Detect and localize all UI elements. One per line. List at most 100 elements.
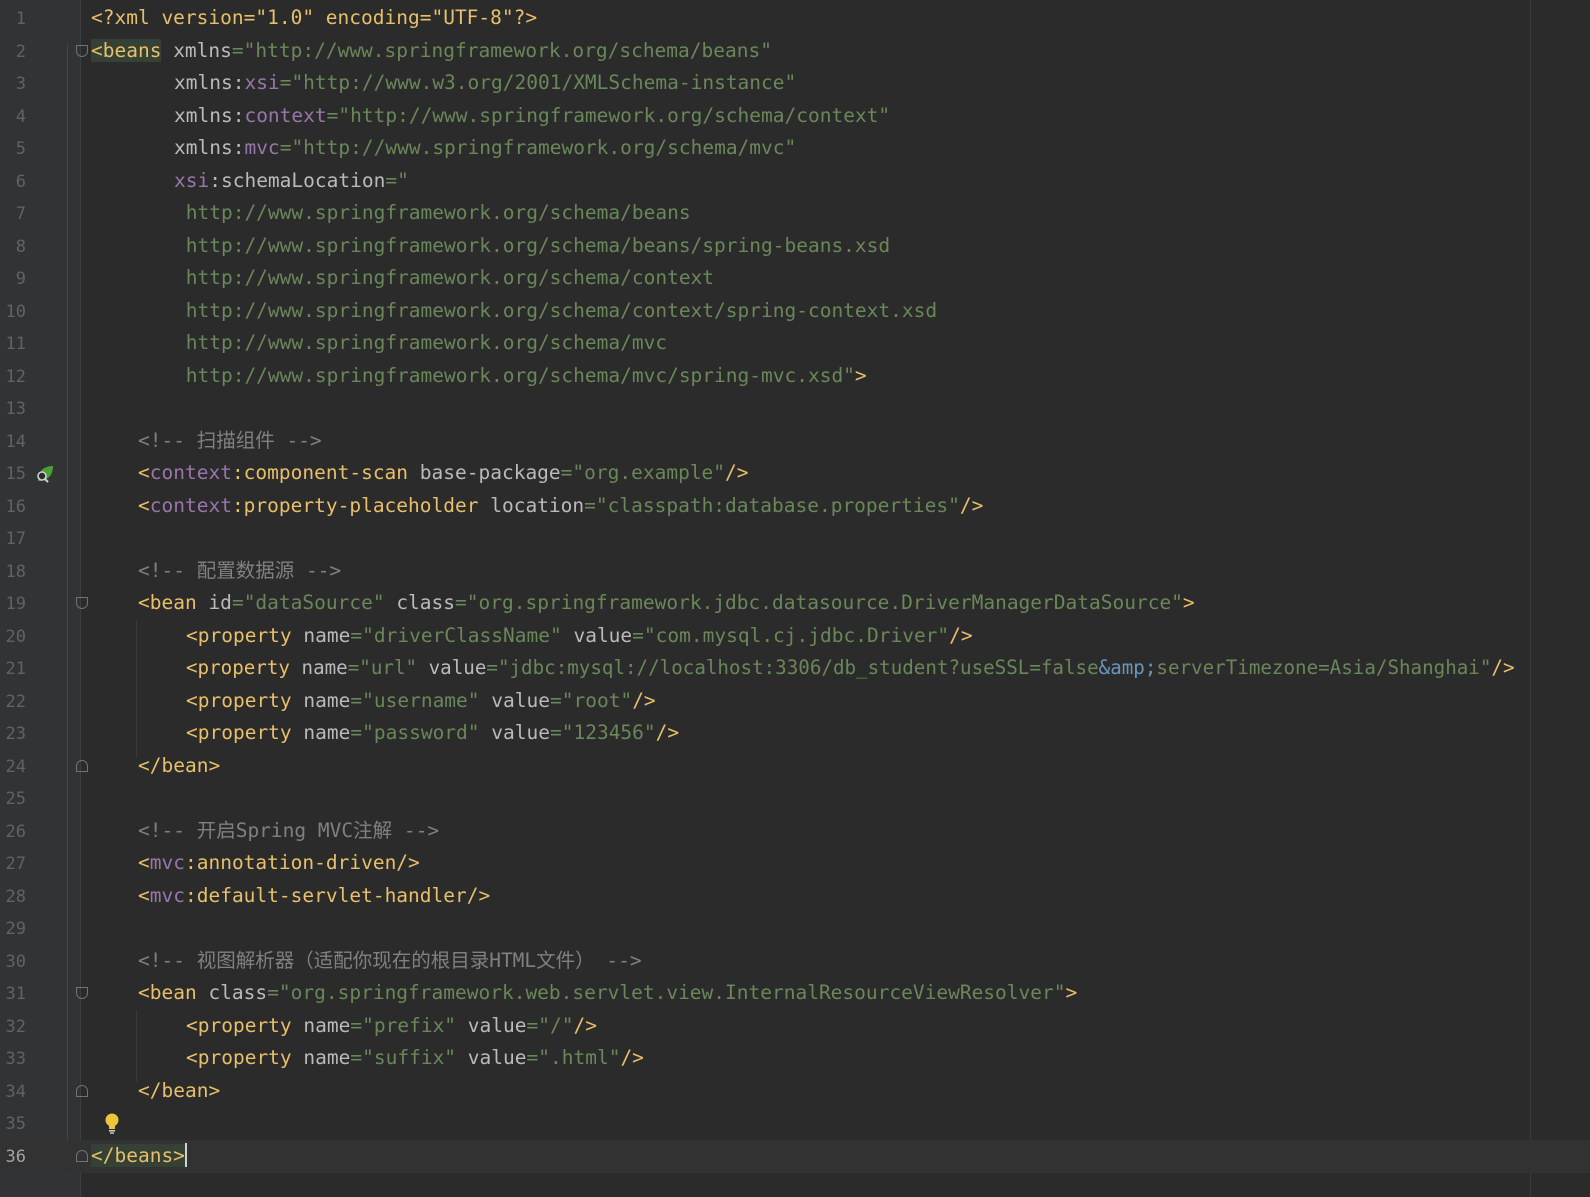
code-line[interactable]: 22 <property name="username" value="root… <box>0 685 1590 718</box>
attribute-value: "url" <box>359 656 418 679</box>
xml-editor[interactable]: 1 <?xml version="1.0" encoding="UTF-8"?>… <box>0 0 1590 1197</box>
line-content[interactable]: <mvc:default-servlet-handler/> <box>138 882 490 910</box>
code-line[interactable]: 19 <bean id="dataSource" class="org.spri… <box>0 587 1590 620</box>
line-number: 18 <box>5 562 26 582</box>
attribute-value: http://www.springframework.org/schema/mv… <box>174 331 668 354</box>
code-line[interactable]: 29 <box>0 912 1590 945</box>
code-line[interactable]: 18 <!-- 配置数据源 --> <box>0 555 1590 588</box>
attribute-value: "prefix" <box>362 1014 457 1037</box>
lightbulb-icon[interactable] <box>104 1112 120 1134</box>
line-content[interactable]: http://www.springframework.org/schema/be… <box>174 199 691 227</box>
code-line[interactable]: 32 <property name="prefix" value="/"/> <box>0 1010 1590 1043</box>
code-line[interactable]: 25 <box>0 782 1590 815</box>
line-content[interactable]: <!-- 开启Spring MVC注解 --> <box>138 817 439 845</box>
code-line[interactable]: 21 <property name="url" value="jdbc:mysq… <box>0 652 1590 685</box>
code-line[interactable]: 16 <context:property-placeholder locatio… <box>0 490 1590 523</box>
line-content[interactable]: <property name="prefix" value="/"/> <box>186 1012 597 1040</box>
code-line[interactable]: 13 <box>0 392 1590 425</box>
code-line[interactable]: 9 http://www.springframework.org/schema/… <box>0 262 1590 295</box>
code-line[interactable]: 33 <property name="suffix" value=".html"… <box>0 1042 1590 1075</box>
code-line[interactable]: 23 <property name="password" value="1234… <box>0 717 1590 750</box>
line-number: 7 <box>15 204 26 224</box>
equals: = <box>347 656 360 679</box>
line-content[interactable]: <bean class="org.springframework.web.ser… <box>138 979 1077 1007</box>
code-line[interactable]: 10 http://www.springframework.org/schema… <box>0 295 1590 328</box>
line-content[interactable]: <?xml version="1.0" encoding="UTF-8"?> <box>91 4 537 32</box>
line-content[interactable]: xmlns:xsi="http://www.w3.org/2001/XMLSch… <box>174 69 796 97</box>
code-line[interactable]: 28 <mvc:default-servlet-handler/> <box>0 880 1590 913</box>
line-content[interactable]: <context:component-scan base-package="or… <box>138 459 749 487</box>
attribute-value: " <box>397 169 409 192</box>
line-content[interactable]: <property name="driverClassName" value="… <box>186 622 973 650</box>
code-line[interactable]: 34 </bean> <box>0 1075 1590 1108</box>
fold-toggle[interactable] <box>76 760 88 772</box>
code-line[interactable]: 35 <box>0 1107 1590 1140</box>
line-content[interactable]: http://www.springframework.org/schema/co… <box>174 264 714 292</box>
tag-close: /> <box>725 461 749 484</box>
line-content[interactable]: <property name="url" value="jdbc:mysql:/… <box>186 654 1515 682</box>
line-content[interactable]: <property name="password" value="123456"… <box>186 719 679 747</box>
code-line[interactable]: 14 <!-- 扫描组件 --> <box>0 425 1590 458</box>
line-content[interactable]: <mvc:annotation-driven/> <box>138 849 420 877</box>
code-line[interactable]: 31 <bean class="org.springframework.web.… <box>0 977 1590 1010</box>
line-content[interactable]: <context:property-placeholder location="… <box>138 492 983 520</box>
tag-name: <property <box>186 689 292 712</box>
line-content[interactable]: </bean> <box>138 752 220 780</box>
code-line[interactable]: 27 <mvc:annotation-driven/> <box>0 847 1590 880</box>
attribute-value: http://www.springframework.org/schema/co… <box>174 266 715 289</box>
line-content[interactable]: http://www.springframework.org/schema/mv… <box>174 362 867 390</box>
fold-toggle[interactable] <box>76 1150 88 1162</box>
line-content[interactable]: xmlns:mvc="http://www.springframework.or… <box>174 134 796 162</box>
attribute-value: "root" <box>561 689 633 712</box>
fold-toggle[interactable] <box>76 987 88 999</box>
tag-close: > <box>1065 981 1078 1004</box>
spring-bean-search-icon[interactable] <box>34 463 56 485</box>
code-line[interactable]: 7 http://www.springframework.org/schema/… <box>0 197 1590 230</box>
code-line[interactable]: 12 http://www.springframework.org/schema… <box>0 360 1590 393</box>
code-line[interactable]: 26 <!-- 开启Spring MVC注解 --> <box>0 815 1590 848</box>
code-line[interactable]: 1 <?xml version="1.0" encoding="UTF-8"?> <box>0 2 1590 35</box>
attribute-name: :schemaLocation <box>209 169 386 192</box>
equals: = <box>350 1014 363 1037</box>
attribute-value: "123456" <box>561 721 656 744</box>
line-content[interactable]: http://www.springframework.org/schema/mv… <box>174 329 667 357</box>
line-content[interactable]: xmlns:context="http://www.springframewor… <box>174 102 890 130</box>
code-line[interactable]: 2 <beans xmlns="http://www.springframewo… <box>0 35 1590 68</box>
tag-close: /> <box>1491 656 1515 679</box>
attribute-value: "dataSource" <box>243 591 385 614</box>
fold-toggle[interactable] <box>76 45 88 57</box>
line-content[interactable]: <!-- 配置数据源 --> <box>138 557 341 585</box>
line-content[interactable]: http://www.springframework.org/schema/co… <box>174 297 937 325</box>
fold-toggle[interactable] <box>76 1085 88 1097</box>
code-line[interactable]: 20 <property name="driverClassName" valu… <box>0 620 1590 653</box>
line-content[interactable]: <beans xmlns="http://www.springframework… <box>91 37 772 65</box>
attribute-value: "username" <box>362 689 480 712</box>
code-line-current[interactable]: 36 </beans> <box>0 1140 1590 1173</box>
line-content[interactable]: <property name="suffix" value=".html"/> <box>186 1044 644 1072</box>
code-line[interactable]: 15 <context:component-scan base-package=… <box>0 457 1590 490</box>
line-content[interactable]: <!-- 视图解析器（适配你现在的根目录HTML文件） --> <box>138 947 642 975</box>
code-line[interactable]: 11 http://www.springframework.org/schema… <box>0 327 1590 360</box>
line-content[interactable]: </bean> <box>138 1077 220 1105</box>
attribute-name: name <box>289 656 348 679</box>
line-content[interactable]: <!-- 扫描组件 --> <box>138 427 322 455</box>
code-line[interactable]: 24 </bean> <box>0 750 1590 783</box>
line-content[interactable]: </beans> <box>91 1142 187 1170</box>
fold-toggle[interactable] <box>76 597 88 609</box>
code-line[interactable]: 8 http://www.springframework.org/schema/… <box>0 230 1590 263</box>
equals: = <box>231 591 244 614</box>
code-line[interactable]: 4 xmlns:context="http://www.springframew… <box>0 100 1590 133</box>
line-content[interactable]: xsi:schemaLocation=" <box>174 167 409 195</box>
code-line[interactable]: 3 xmlns:xsi="http://www.w3.org/2001/XMLS… <box>0 67 1590 100</box>
code-line[interactable]: 17 <box>0 522 1590 555</box>
line-number: 30 <box>5 952 26 972</box>
tag-name: <property <box>186 1014 292 1037</box>
line-content[interactable]: http://www.springframework.org/schema/be… <box>174 232 890 260</box>
code-line[interactable]: 30 <!-- 视图解析器（适配你现在的根目录HTML文件） --> <box>0 945 1590 978</box>
line-content[interactable]: <property name="username" value="root"/> <box>186 687 656 715</box>
attribute-name: value <box>479 721 550 744</box>
line-number: 10 <box>5 302 26 322</box>
line-content[interactable]: <bean id="dataSource" class="org.springf… <box>138 589 1195 617</box>
code-line[interactable]: 5 xmlns:mvc="http://www.springframework.… <box>0 132 1590 165</box>
code-line[interactable]: 6 xsi:schemaLocation=" <box>0 165 1590 198</box>
